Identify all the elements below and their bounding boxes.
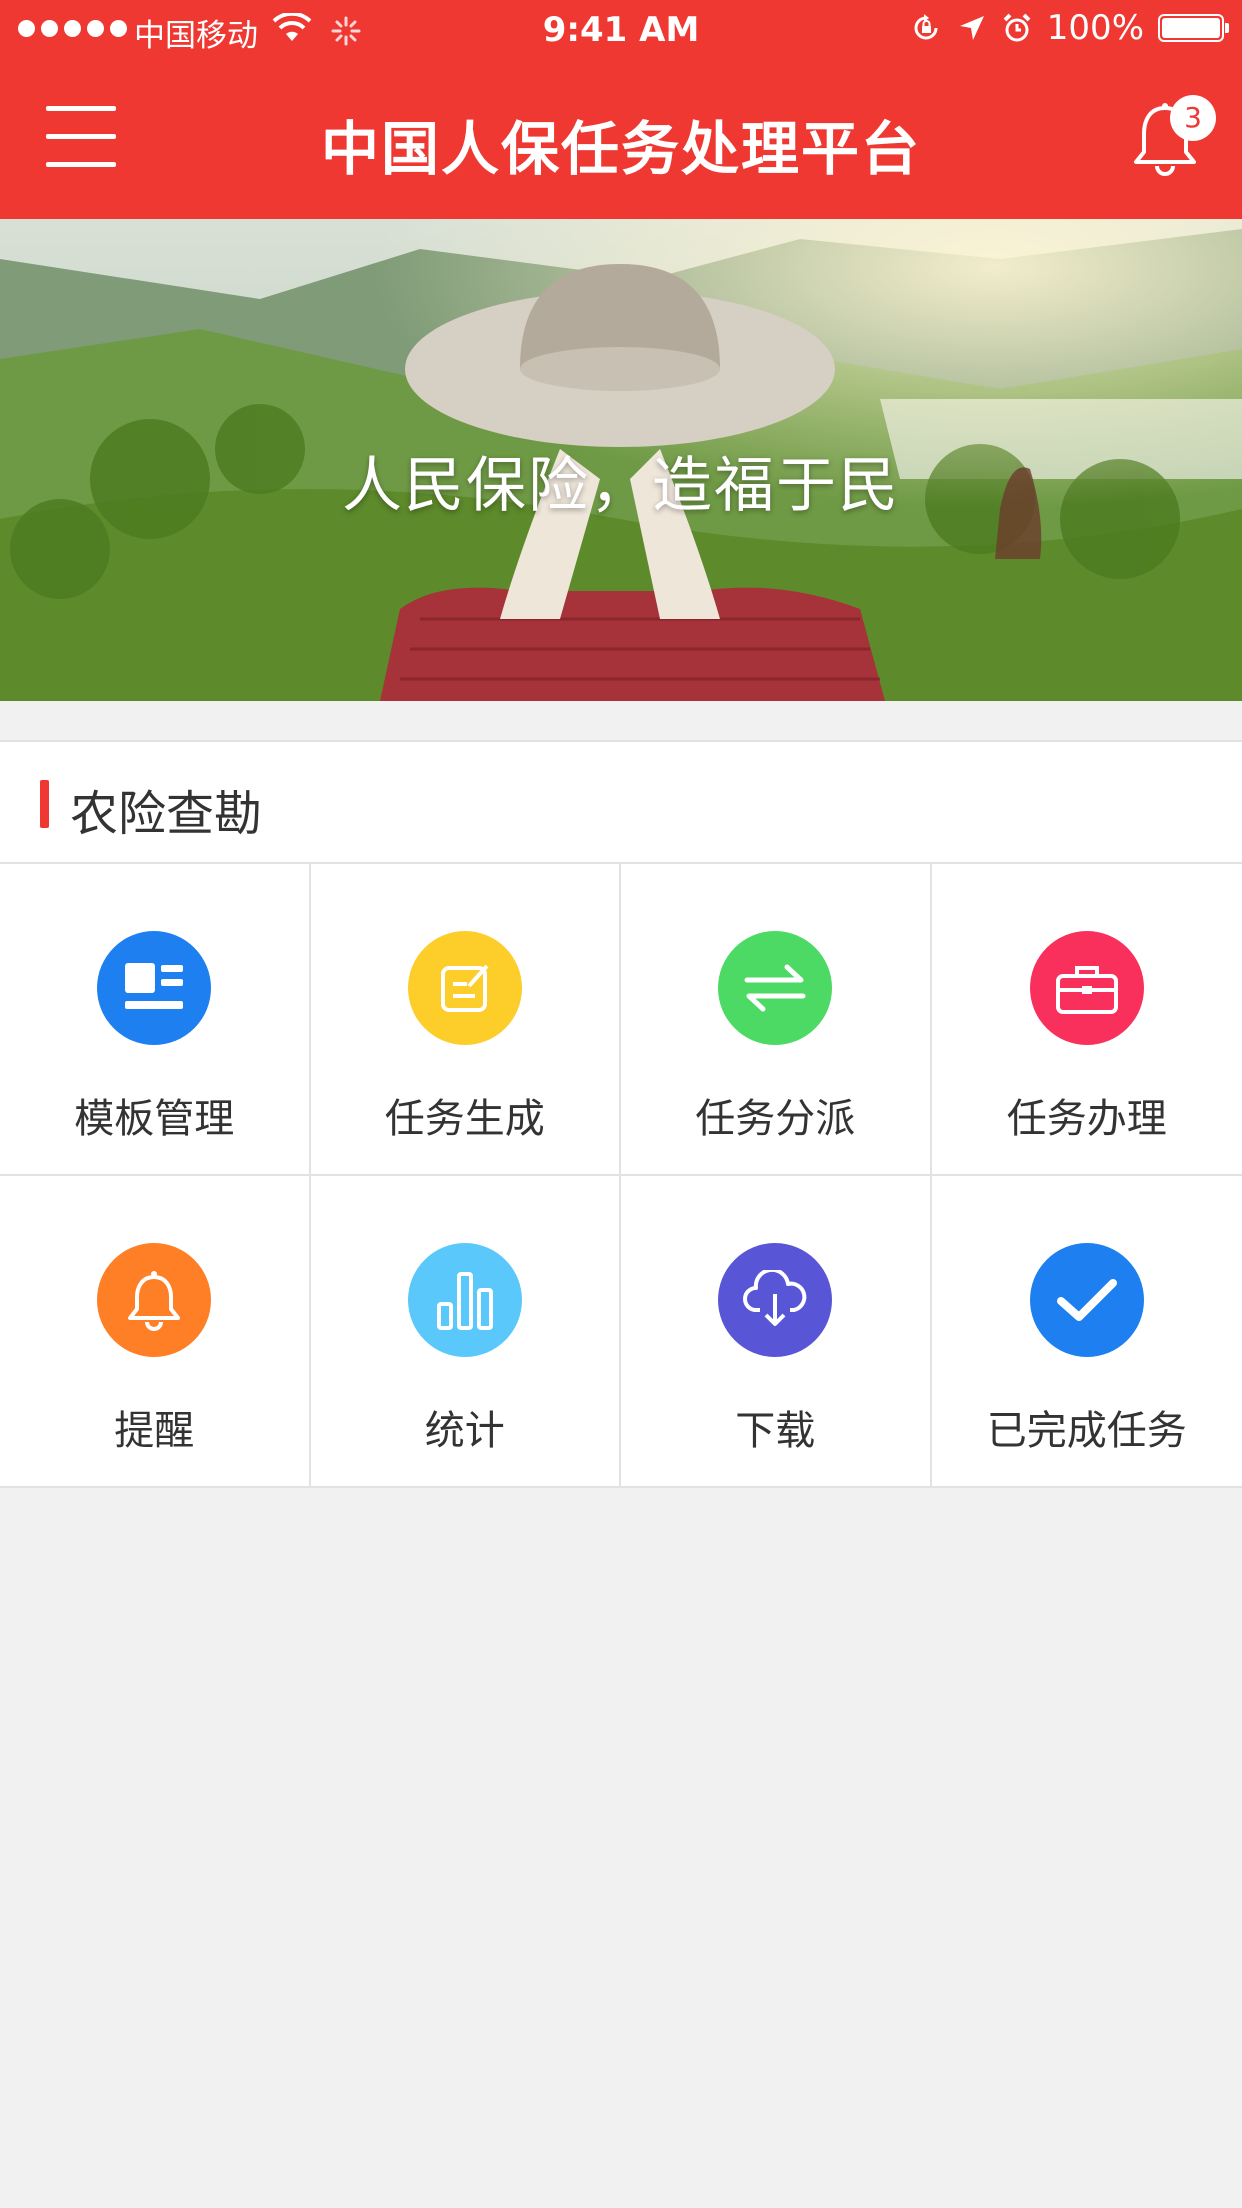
function-grid: 模板管理 任务生成 任务分派 任务办理 提醒 统计 下载 已完成任务 [0, 864, 1242, 1488]
bell-icon [97, 1243, 212, 1357]
grid-item-label: 任务分派 [695, 1096, 856, 1142]
section-accent-bar [40, 780, 49, 828]
cloud-download-icon [718, 1243, 833, 1357]
grid-item-label: 统计 [424, 1408, 505, 1454]
location-arrow-icon [959, 16, 984, 40]
grid-item-download[interactable]: 下载 [621, 1176, 932, 1488]
status-bar: 中国移动 9:41 AM 100% [0, 0, 1242, 62]
bar-chart-icon [407, 1243, 522, 1357]
edit-icon [407, 931, 522, 1045]
battery-icon [1158, 14, 1229, 42]
grid-item-statistics[interactable]: 统计 [310, 1176, 621, 1488]
grid-item-label: 模板管理 [74, 1096, 235, 1142]
template-icon [97, 931, 212, 1045]
grid-item-label: 任务办理 [1006, 1096, 1167, 1142]
grid-item-task-generation[interactable]: 任务生成 [310, 864, 621, 1176]
grid-item-completed-tasks[interactable]: 已完成任务 [931, 1176, 1242, 1488]
swap-arrows-icon [718, 931, 833, 1045]
banner-slogan: 人民保险，造福于民 [342, 451, 900, 521]
grid-item-task-dispatch[interactable]: 任务分派 [621, 864, 932, 1176]
alarm-clock-icon [1003, 13, 1031, 42]
app-header: 中国移动 9:41 AM 100% 中国人保任务处理平台 3 [0, 0, 1242, 219]
status-indicators: 100% [909, 8, 1229, 48]
briefcase-icon [1029, 931, 1144, 1045]
section-header: 农险查勘 [0, 740, 1242, 864]
grid-item-task-processing[interactable]: 任务办理 [931, 864, 1242, 1176]
grid-item-label: 已完成任务 [986, 1408, 1187, 1454]
grid-item-label: 下载 [735, 1408, 816, 1454]
notification-badge: 3 [1170, 95, 1216, 141]
section-title: 农险查勘 [70, 786, 263, 842]
hero-banner[interactable]: 人民保险，造福于民 [0, 219, 1242, 701]
rotation-lock-icon [914, 14, 938, 40]
checkmark-icon [1029, 1243, 1144, 1357]
page-title: 中国人保任务处理平台 [320, 115, 921, 183]
grid-item-label: 任务生成 [384, 1096, 545, 1142]
grid-item-reminder[interactable]: 提醒 [0, 1176, 311, 1488]
grid-item-label: 提醒 [114, 1408, 195, 1454]
battery-fill [1162, 18, 1220, 38]
battery-percentage: 100% [1046, 8, 1144, 48]
grid-item-template-management[interactable]: 模板管理 [0, 864, 311, 1176]
